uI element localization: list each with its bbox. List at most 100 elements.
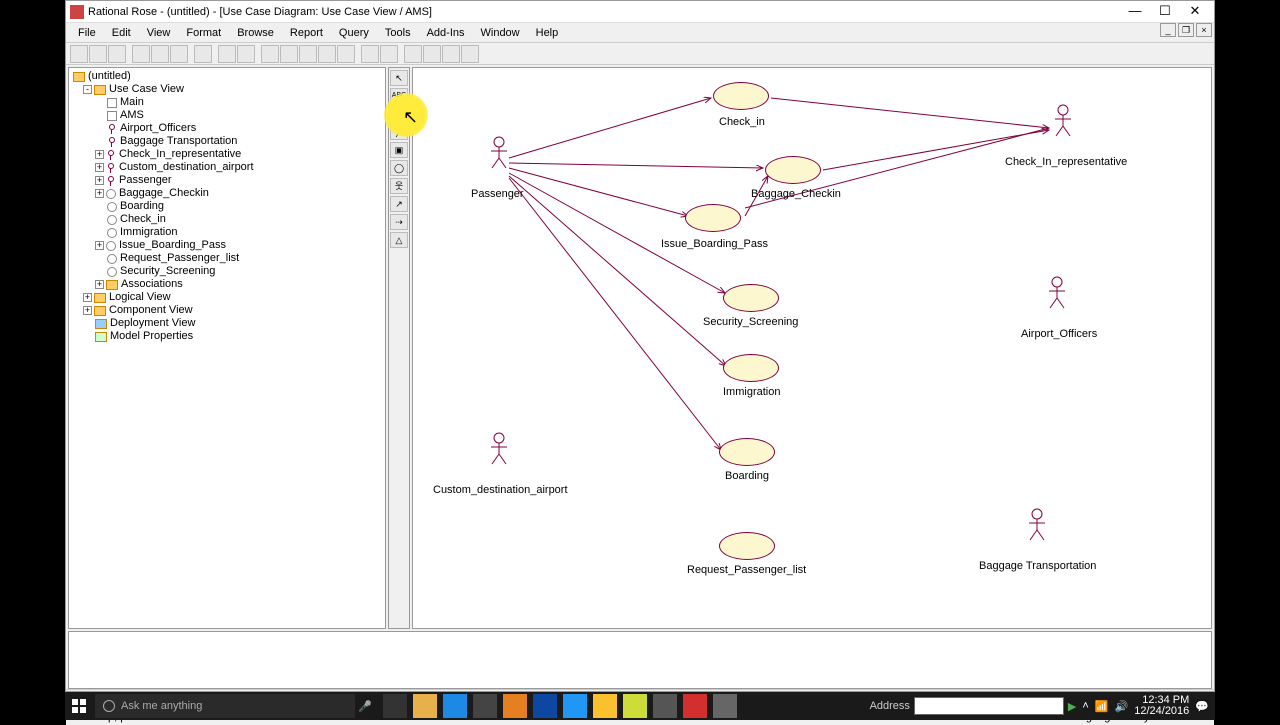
tree-baggage-checkin[interactable]: +Baggage_Checkin (71, 187, 383, 200)
search-box[interactable]: Ask me anything (95, 694, 355, 718)
tool-fit[interactable] (442, 45, 460, 63)
tree-deployment-view[interactable]: Deployment View (71, 317, 383, 330)
ie-icon[interactable] (533, 694, 557, 718)
tree-ams[interactable]: AMS (71, 109, 383, 122)
app2-icon[interactable] (563, 694, 587, 718)
usecase-immigration[interactable] (723, 354, 779, 382)
menu-file[interactable]: File (70, 25, 104, 41)
tool-d2[interactable] (280, 45, 298, 63)
label-checkin: Check_in (719, 116, 765, 128)
mdi-restore[interactable]: ❐ (1178, 23, 1194, 37)
diagram-canvas[interactable]: Check_in Baggage_Checkin Issue_Boarding_… (412, 67, 1212, 629)
tool-d4[interactable] (318, 45, 336, 63)
task-icons (383, 694, 737, 718)
tree-associations[interactable]: +Associations (71, 278, 383, 291)
taskview-icon[interactable] (383, 694, 407, 718)
tree-logical-view[interactable]: +Logical View (71, 291, 383, 304)
tree-request-list[interactable]: Request_Passenger_list (71, 252, 383, 265)
usecase-checkin[interactable] (713, 82, 769, 110)
tool-open[interactable] (89, 45, 107, 63)
tool-browse[interactable] (237, 45, 255, 63)
app5-icon[interactable] (713, 694, 737, 718)
tray-up-icon[interactable]: ˄ (1082, 700, 1088, 712)
usecase-boarding[interactable] (719, 438, 775, 466)
tree-issue-boarding[interactable]: +Issue_Boarding_Pass (71, 239, 383, 252)
tool-grid[interactable] (461, 45, 479, 63)
mic-icon[interactable]: 🎤 (355, 700, 375, 713)
palette-depend[interactable]: ⇢ (390, 214, 408, 230)
palette-package[interactable]: ▣ (390, 142, 408, 158)
toolbar (66, 43, 1214, 65)
tool-new[interactable] (70, 45, 88, 63)
tool-fwd[interactable] (380, 45, 398, 63)
menu-browse[interactable]: Browse (229, 25, 282, 41)
close-button[interactable]: ✕ (1180, 3, 1210, 21)
rose-icon[interactable] (683, 694, 707, 718)
palette-actor[interactable]: 웃 (390, 178, 408, 194)
tool-copy[interactable] (151, 45, 169, 63)
model-tree[interactable]: (untitled) -Use Case View Main AMS Airpo… (68, 67, 386, 629)
tree-usecaseview[interactable]: -Use Case View (71, 83, 383, 96)
tree-root[interactable]: (untitled) (71, 70, 383, 83)
tree-main[interactable]: Main (71, 96, 383, 109)
menu-help[interactable]: Help (528, 25, 567, 41)
clock[interactable]: 12:34 PM 12/24/2016 (1134, 695, 1189, 717)
tree-security[interactable]: Security_Screening (71, 265, 383, 278)
palette-select[interactable]: ↖ (390, 70, 408, 86)
menu-tools[interactable]: Tools (377, 25, 419, 41)
palette-usecase[interactable]: ◯ (390, 160, 408, 176)
address-go[interactable]: ▶ (1068, 700, 1076, 713)
menu-report[interactable]: Report (282, 25, 331, 41)
tool-print[interactable] (194, 45, 212, 63)
notifications-icon[interactable]: 💬 (1195, 700, 1209, 713)
tree-immigration[interactable]: Immigration (71, 226, 383, 239)
tree-boarding[interactable]: Boarding (71, 200, 383, 213)
palette-assoc[interactable]: ↗ (390, 196, 408, 212)
mdi-minimize[interactable]: _ (1160, 23, 1176, 37)
chrome-icon[interactable] (593, 694, 617, 718)
tree-component-view[interactable]: +Component View (71, 304, 383, 317)
log-panel[interactable] (68, 631, 1212, 689)
tree-passenger[interactable]: +Passenger (71, 174, 383, 187)
tool-zoom2[interactable] (423, 45, 441, 63)
tool-cut[interactable] (132, 45, 150, 63)
tool-d5[interactable] (337, 45, 355, 63)
tool-zoom1[interactable] (404, 45, 422, 63)
tree-custom-dest[interactable]: +Custom_destination_airport (71, 161, 383, 174)
menu-edit[interactable]: Edit (104, 25, 139, 41)
app4-icon[interactable] (653, 694, 677, 718)
tray-network-icon[interactable]: 📶 (1095, 700, 1109, 713)
tree-baggage-trans[interactable]: Baggage Transportation (71, 135, 383, 148)
menu-format[interactable]: Format (178, 25, 229, 41)
usecase-request-list[interactable] (719, 532, 775, 560)
tool-d1[interactable] (261, 45, 279, 63)
usecase-issue-boarding[interactable] (685, 204, 741, 232)
minimize-button[interactable]: — (1120, 3, 1150, 21)
tool-save[interactable] (108, 45, 126, 63)
tray-volume-icon[interactable]: 🔊 (1115, 700, 1129, 713)
app1-icon[interactable] (503, 694, 527, 718)
maximize-button[interactable]: ☐ (1150, 3, 1180, 21)
menu-query[interactable]: Query (331, 25, 377, 41)
tool-paste[interactable] (170, 45, 188, 63)
menu-addins[interactable]: Add-Ins (419, 25, 473, 41)
tool-back[interactable] (361, 45, 379, 63)
address-input[interactable] (914, 697, 1064, 715)
tree-airport-officers[interactable]: Airport_Officers (71, 122, 383, 135)
usecase-baggage-checkin[interactable] (765, 156, 821, 184)
tree-checkin-rep[interactable]: +Check_In_representative (71, 148, 383, 161)
app3-icon[interactable] (623, 694, 647, 718)
tree-model-props[interactable]: Model Properties (71, 330, 383, 343)
edge-icon[interactable] (443, 694, 467, 718)
tree-checkin[interactable]: Check_in (71, 213, 383, 226)
tool-d3[interactable] (299, 45, 317, 63)
tool-help[interactable] (218, 45, 236, 63)
start-button[interactable] (65, 692, 93, 720)
menu-view[interactable]: View (139, 25, 179, 41)
mdi-close[interactable]: × (1196, 23, 1212, 37)
store-icon[interactable] (473, 694, 497, 718)
explorer-icon[interactable] (413, 694, 437, 718)
palette-generalize[interactable]: △ (390, 232, 408, 248)
menu-window[interactable]: Window (473, 25, 528, 41)
usecase-security[interactable] (723, 284, 779, 312)
